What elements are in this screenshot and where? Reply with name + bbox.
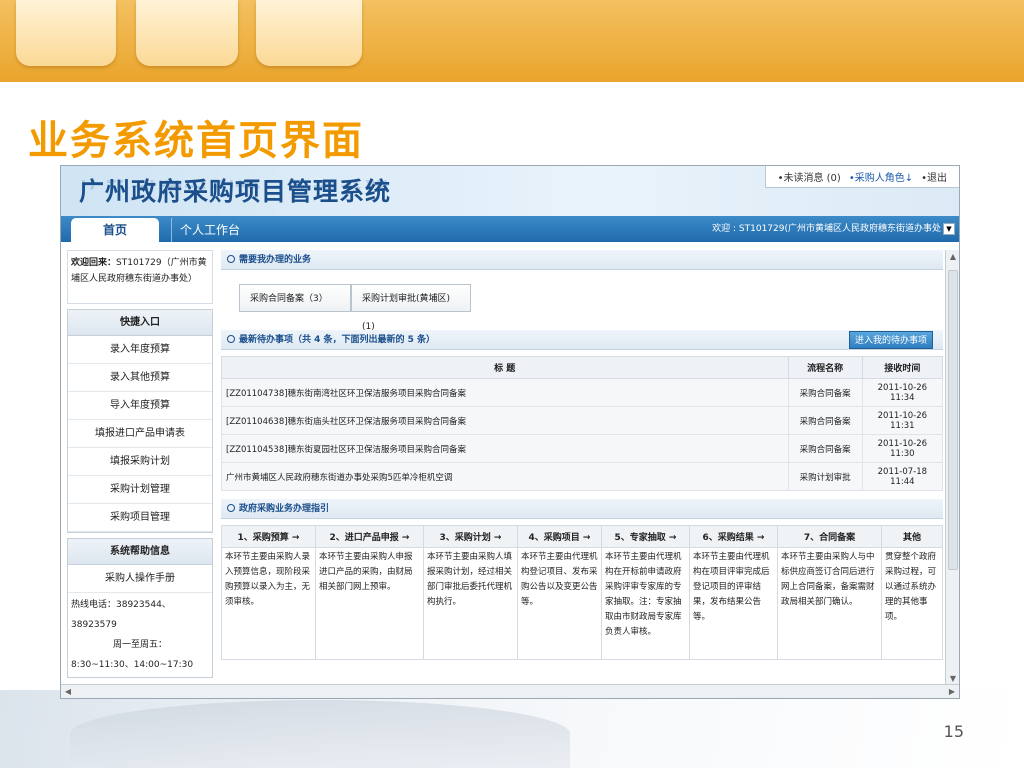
role-selector-link[interactable]: •采购人角色↓: [849, 169, 913, 184]
guide-step-other[interactable]: 其他: [881, 525, 943, 548]
sidebar-welcome: 欢迎回来：ST101729（广州市黄埔区人民政府穗东街道办事处）: [67, 250, 213, 304]
app-header: 广州政府采购项目管理系统 广州政府采购项目管理系统 •未读消息 (0) •采购人…: [61, 166, 959, 216]
banner-tab-3: [256, 0, 362, 66]
chevron-down-icon[interactable]: ▼: [943, 223, 955, 235]
hours-text: 8:30~11:30、14:00~17:30: [71, 660, 194, 670]
logout-link[interactable]: •退出: [921, 169, 947, 184]
guide-text-contract: 本环节主要由采购人与中标供应商签订合同后进行网上合同备案，备案需财政局相关部门确…: [777, 547, 882, 660]
sidebar-item-import-annual-budget[interactable]: 导入年度预算: [68, 392, 212, 420]
todo-row-title[interactable]: [ZZ01104738]穗东街南湾社区环卫保洁服务项目采购合同备案: [221, 378, 789, 407]
guide-section-header: 政府采购业务办理指引: [221, 499, 943, 519]
pending-plan-approval-button[interactable]: 采购计划审批(黄埔区)(1): [351, 284, 471, 332]
todo-row-time: 2011-07-18 11:44: [861, 462, 944, 491]
todo-header-title: 标 题: [221, 356, 789, 379]
pending-section-header: 需要我办理的业务: [221, 250, 943, 270]
todo-row-time: 2011-10-26 11:30: [861, 434, 944, 463]
pending-items: 采购合同备案（3） 采购计划审批(黄埔区)(1): [221, 270, 943, 332]
unread-messages-link[interactable]: •未读消息 (0): [778, 169, 841, 184]
todo-row-flow: 采购合同备案: [787, 378, 863, 407]
guide-text-row: 本环节主要由采购人录入预算信息，现阶段采购预算以录入为主，无须审核。 本环节主要…: [221, 547, 943, 660]
circle-bullet-icon: [227, 504, 235, 512]
guide-text-other: 贯穿整个政府采购过程，可以通过系统办理的其他事项。: [881, 547, 943, 660]
todo-title: 最新待办事项（共 4 条，下面列出最新的 5 条）: [239, 335, 436, 345]
slide-title: 业务系统首页界面: [28, 118, 364, 164]
guide-step-budget[interactable]: 1、采购预算 →: [221, 525, 316, 548]
manual-link[interactable]: 采购人操作手册: [68, 565, 212, 593]
help-panel: 系统帮助信息 采购人操作手册 热线电话：38923544、38923579 周一…: [67, 538, 213, 678]
todo-header-row: 标 题 流程名称 接收时间: [221, 356, 944, 379]
todo-row-time: 2011-10-26 11:31: [861, 406, 944, 435]
scroll-left-icon[interactable]: ◀: [61, 685, 75, 698]
table-row[interactable]: [ZZ01104738]穗东街南湾社区环卫保洁服务项目采购合同备案 采购合同备案…: [221, 378, 944, 407]
todo-row-time: 2011-10-26 11:34: [861, 378, 944, 407]
sidebar-item-purchase-plan[interactable]: 填报采购计划: [68, 448, 212, 476]
todo-row-flow: 采购合同备案: [787, 434, 863, 463]
guide-step-result[interactable]: 6、采购结果 →: [689, 525, 778, 548]
keyboard-image-decoration: [70, 700, 570, 768]
todo-row-flow: 采购合同备案: [787, 406, 863, 435]
pending-title: 需要我办理的业务: [239, 255, 312, 265]
slide-top-banner: [0, 0, 1024, 82]
scrollbar-thumb[interactable]: [948, 270, 958, 570]
circle-bullet-icon: [227, 255, 235, 263]
table-row[interactable]: [ZZ01104638]穗东街庙头社区环卫保洁服务项目采购合同备案 采购合同备案…: [221, 406, 944, 435]
app-screenshot: 广州政府采购项目管理系统 广州政府采购项目管理系统 •未读消息 (0) •采购人…: [60, 165, 960, 699]
top-links: •未读消息 (0) •采购人角色↓ •退出: [764, 166, 959, 188]
help-title: 系统帮助信息: [68, 539, 212, 565]
shortcut-panel: 快捷入口 录入年度预算 录入其他预算 导入年度预算 填报进口产品申请表 填报采购…: [67, 309, 213, 533]
hotline-text: 热线电话：38923544、38923579: [71, 600, 171, 630]
vertical-scrollbar[interactable]: ▲ ▼: [945, 250, 959, 686]
tab-workbench[interactable]: 个人工作台: [171, 218, 240, 242]
todo-section-header: 最新待办事项（共 4 条，下面列出最新的 5 条） 进入我的待办事项: [221, 330, 943, 350]
guide-text-result: 本环节主要由代理机构在项目评审完成后登记项目的评审结果，发布结果公告等。: [689, 547, 778, 660]
sidebar-item-project-management[interactable]: 采购项目管理: [68, 504, 212, 532]
sidebar-item-plan-management[interactable]: 采购计划管理: [68, 476, 212, 504]
circle-bullet-icon: [227, 335, 235, 343]
todo-row-title[interactable]: 广州市黄埔区人民政府穗东街道办事处采购5匹单冷柜机空调: [221, 462, 789, 491]
todo-header-flow: 流程名称: [787, 356, 863, 379]
main-navbar: 首页 个人工作台 欢迎 : ST101729(广州市黄埔区人民政府穗东街道办事处…: [61, 216, 959, 242]
banner-tab-1: [16, 0, 116, 66]
sidebar-item-enter-other-budget[interactable]: 录入其他预算: [68, 364, 212, 392]
guide-text-plan: 本环节主要由采购人填报采购计划，经过相关部门审批后委托代理机构执行。: [423, 547, 518, 660]
banner-tab-2: [136, 0, 238, 66]
scroll-up-icon[interactable]: ▲: [947, 250, 959, 264]
guide-step-import[interactable]: 2、进口产品申报 →: [315, 525, 424, 548]
welcome-label: 欢迎回来：: [71, 258, 117, 268]
guide-text-project: 本环节主要由代理机构登记项目、发布采购公告以及变更公告等。: [517, 547, 602, 660]
page-number: 15: [943, 722, 964, 741]
sidebar: 欢迎回来：ST101729（广州市黄埔区人民政府穗东街道办事处） 快捷入口 录入…: [67, 250, 213, 686]
shortcut-title: 快捷入口: [68, 310, 212, 336]
todo-row-title[interactable]: [ZZ01104638]穗东街庙头社区环卫保洁服务项目采购合同备案: [221, 406, 789, 435]
todo-row-flow: 采购计划审批: [787, 462, 863, 491]
guide-table: 1、采购预算 → 2、进口产品申报 → 3、采购计划 → 4、采购项目 → 5、…: [221, 525, 943, 660]
welcome-text: 欢迎 : ST101729(广州市黄埔区人民政府穗东街道办事处: [712, 224, 941, 234]
todo-header-time: 接收时间: [861, 356, 944, 379]
guide-step-contract[interactable]: 7、合同备案: [777, 525, 882, 548]
guide-step-plan[interactable]: 3、采购计划 →: [423, 525, 518, 548]
guide-step-project[interactable]: 4、采购项目 →: [517, 525, 602, 548]
table-row[interactable]: [ZZ01104538]穗东街夏园社区环卫保洁服务项目采购合同备案 采购合同备案…: [221, 434, 944, 463]
guide-text-budget: 本环节主要由采购人录入预算信息，现阶段采购预算以录入为主，无须审核。: [221, 547, 316, 660]
main-content: 需要我办理的业务 采购合同备案（3） 采购计划审批(黄埔区)(1) 最新待办事项…: [221, 250, 944, 686]
help-info: 热线电话：38923544、38923579 周一至周五： 8:30~11:30…: [68, 593, 212, 677]
todo-row-title[interactable]: [ZZ01104538]穗东街夏园社区环卫保洁服务项目采购合同备案: [221, 434, 789, 463]
sidebar-item-enter-annual-budget[interactable]: 录入年度预算: [68, 336, 212, 364]
horizontal-scrollbar[interactable]: ◀ ▶: [61, 684, 959, 698]
todo-table: 标 题 流程名称 接收时间 [ZZ01104738]穗东街南湾社区环卫保洁服务项…: [221, 356, 944, 491]
days-text: 周一至周五：: [112, 640, 167, 650]
guide-header-row: 1、采购预算 → 2、进口产品申报 → 3、采购计划 → 4、采购项目 → 5、…: [221, 525, 943, 548]
app-logo-reflection: 广州政府采购项目管理系统: [79, 180, 391, 196]
enter-my-todos-button[interactable]: 进入我的待办事项: [848, 331, 933, 349]
guide-title: 政府采购业务办理指引: [239, 504, 330, 514]
sidebar-item-import-product-application[interactable]: 填报进口产品申请表: [68, 420, 212, 448]
table-row[interactable]: 广州市黄埔区人民政府穗东街道办事处采购5匹单冷柜机空调 采购计划审批 2011-…: [221, 462, 944, 491]
welcome-bar: 欢迎 : ST101729(广州市黄埔区人民政府穗东街道办事处 ▼: [712, 220, 955, 238]
tab-home[interactable]: 首页: [71, 218, 159, 242]
pending-contract-filing-button[interactable]: 采购合同备案（3）: [239, 284, 351, 312]
guide-step-expert[interactable]: 5、专家抽取 →: [601, 525, 690, 548]
guide-text-expert: 本环节主要由代理机构在开标前申请政府采购评审专家库的专家抽取。注：专家抽取由市财…: [601, 547, 690, 660]
scroll-right-icon[interactable]: ▶: [945, 685, 959, 698]
guide-text-import: 本环节主要由采购人申报进口产品的采购，由财局相关部门网上预审。: [315, 547, 424, 660]
